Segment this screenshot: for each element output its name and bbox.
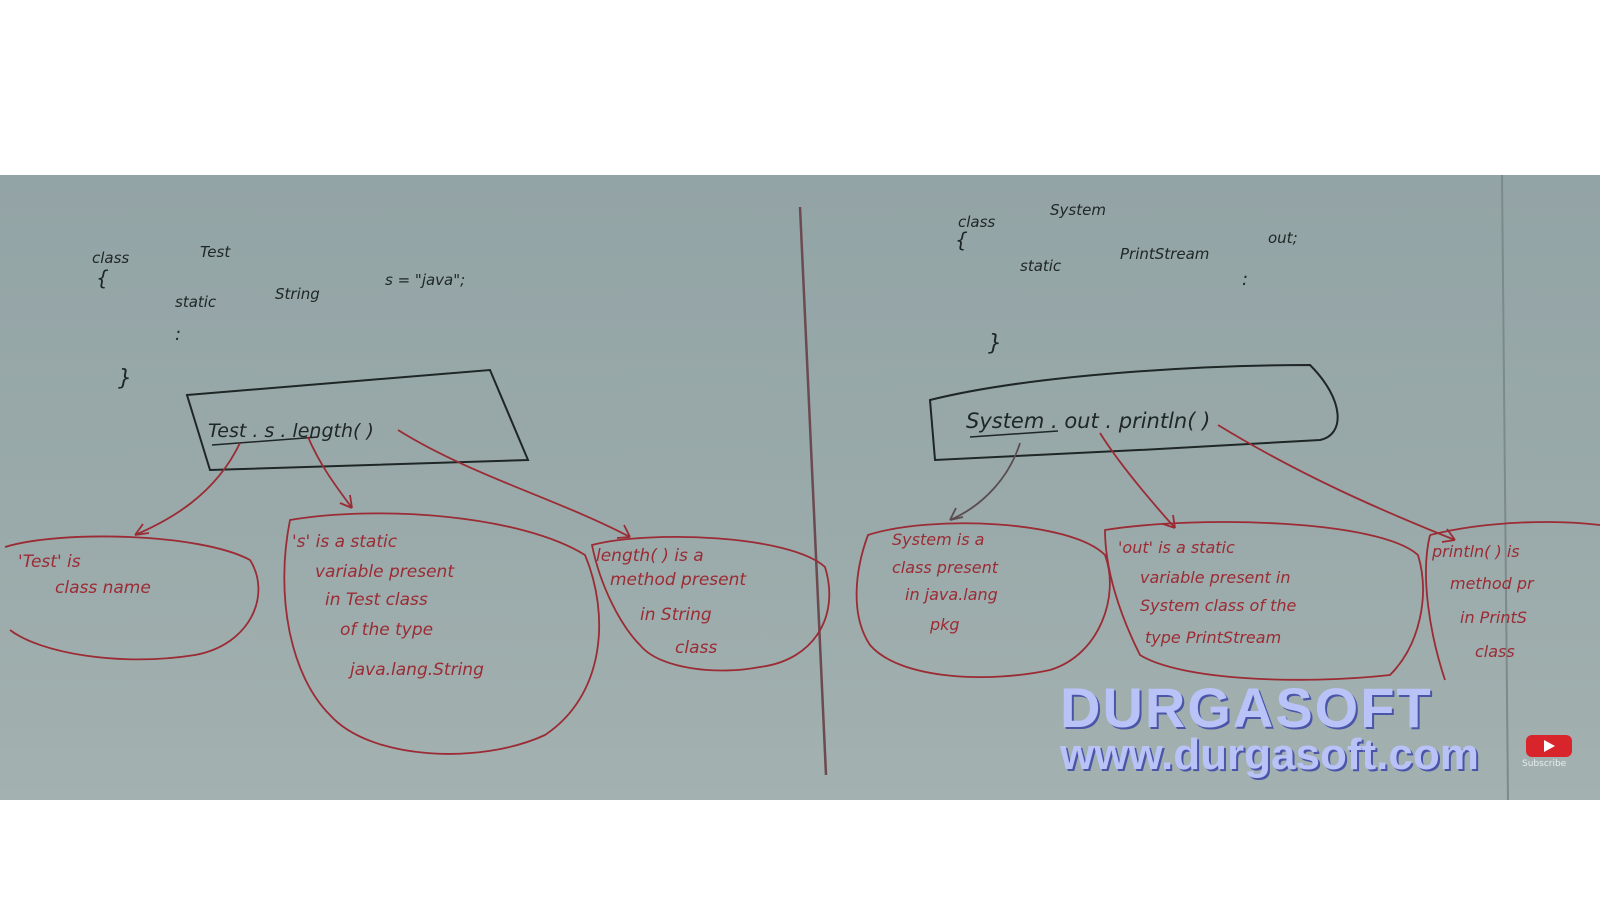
- svg-text:class: class: [1475, 642, 1515, 661]
- board-edge-line: [1501, 175, 1509, 800]
- svg-text:'s' is a static: 's' is a static: [292, 532, 398, 552]
- right-class-name: System: [1050, 201, 1106, 219]
- right-code-block: class System { static PrintStream out; :…: [955, 201, 1298, 356]
- svg-text:variable present: variable present: [315, 562, 455, 582]
- left-type-name: String: [275, 285, 320, 303]
- divider-line: [798, 206, 828, 776]
- svg-text:println( ) is: println( ) is: [1431, 542, 1520, 561]
- left-class-name: Test: [200, 243, 231, 261]
- svg-text:in String: in String: [640, 605, 712, 625]
- left-class-keyword: class: [92, 249, 129, 267]
- svg-text:class present: class present: [892, 558, 999, 577]
- svg-text:variable present in: variable present in: [1140, 568, 1290, 587]
- subscribe-button[interactable]: [1526, 735, 1572, 757]
- svg-text:in Test class: in Test class: [325, 590, 428, 610]
- svg-text:'out' is a static: 'out' is a static: [1118, 538, 1235, 557]
- left-static-keyword: static: [175, 293, 217, 311]
- svg-text:class: class: [675, 638, 717, 658]
- svg-text:'Test' is: 'Test' is: [18, 552, 81, 572]
- svg-text:System is a: System is a: [892, 530, 984, 549]
- svg-text:method present: method present: [610, 570, 747, 590]
- svg-text:java.lang.String: java.lang.String: [348, 660, 484, 680]
- right-field-decl: out;: [1268, 229, 1298, 247]
- svg-text:of the type: of the type: [340, 620, 433, 640]
- video-frame: class Test { static String s = "java"; :…: [0, 175, 1600, 800]
- left-brace-close: }: [118, 366, 132, 391]
- left-field-decl: s = "java";: [385, 271, 465, 289]
- subscribe-label: Subscribe: [1522, 759, 1567, 769]
- left-brace-open: {: [96, 266, 109, 290]
- svg-text:class name: class name: [55, 578, 151, 598]
- svg-text:length( ) is a: length( ) is a: [596, 546, 704, 566]
- right-expression: System . out . println( ): [966, 409, 1210, 433]
- right-brace-open: {: [955, 228, 968, 252]
- svg-text:pkg: pkg: [929, 615, 960, 634]
- svg-text:method pr: method pr: [1450, 574, 1535, 593]
- right-static-keyword: static: [1020, 257, 1062, 275]
- right-note-1: System is a class present in java.lang p…: [892, 530, 999, 634]
- right-arrows: [949, 424, 1456, 543]
- svg-text:in PrintS: in PrintS: [1460, 608, 1527, 627]
- play-icon: [1544, 740, 1555, 752]
- left-note-1: 'Test' is class name: [18, 552, 151, 598]
- left-note-2: 's' is a static variable present in Test…: [292, 532, 484, 680]
- right-brace-close: }: [988, 331, 1002, 356]
- svg-text:in java.lang: in java.lang: [905, 585, 998, 604]
- svg-text:type PrintStream: type PrintStream: [1145, 628, 1281, 647]
- right-dots: :: [1242, 269, 1248, 290]
- right-note-2: 'out' is a static variable present in Sy…: [1118, 538, 1296, 647]
- svg-text:System class of the: System class of the: [1140, 596, 1296, 615]
- left-dots: :: [175, 324, 181, 345]
- left-arrows: [134, 429, 631, 539]
- watermark-brand: DURGASOFT: [1060, 676, 1433, 739]
- watermark-url: www.durgasoft.com: [1060, 730, 1479, 779]
- right-note-3: println( ) is method pr in PrintS class: [1431, 542, 1535, 661]
- right-type-name: PrintStream: [1120, 245, 1209, 263]
- left-note-3: length( ) is a method present in String …: [596, 546, 747, 658]
- left-code-block: class Test { static String s = "java"; :…: [92, 243, 465, 391]
